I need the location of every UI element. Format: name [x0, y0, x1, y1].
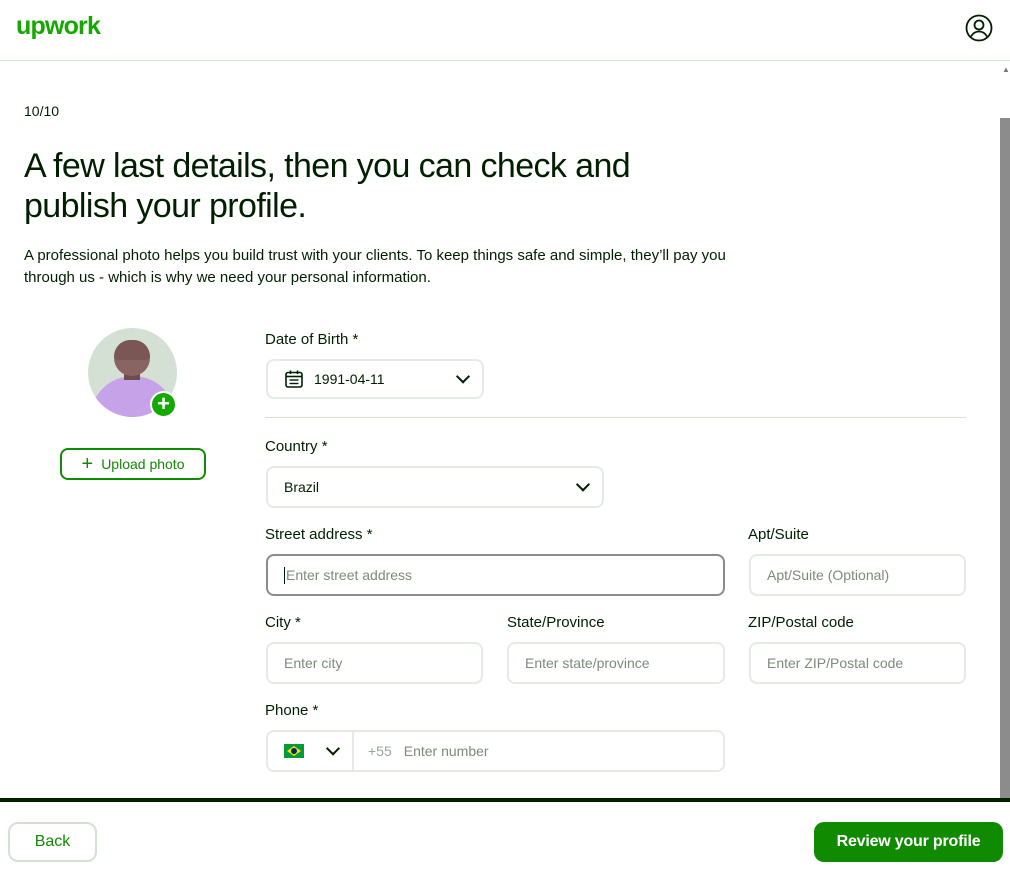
plus-icon: +: [81, 453, 94, 475]
apt-placeholder: Apt/Suite (Optional): [767, 567, 890, 583]
country-label: Country *: [265, 438, 328, 455]
zip-label: ZIP/Postal code: [748, 614, 854, 631]
zip-input[interactable]: Enter ZIP/Postal code: [749, 642, 966, 684]
review-profile-button[interactable]: Review your profile: [814, 822, 1003, 862]
street-address-input[interactable]: Enter street address: [266, 554, 725, 596]
avatar-hair: [114, 340, 150, 360]
city-placeholder: Enter city: [284, 655, 343, 671]
street-placeholder: Enter street address: [286, 567, 413, 583]
scroll-up-arrow-icon[interactable]: ▲: [1002, 66, 1010, 74]
user-circle-icon[interactable]: [965, 14, 993, 42]
phone-number-input[interactable]: Enter number: [404, 743, 489, 759]
divider: [265, 417, 966, 418]
city-input[interactable]: Enter city: [266, 642, 483, 684]
upload-photo-button[interactable]: + Upload photo: [60, 448, 206, 480]
zip-placeholder: Enter ZIP/Postal code: [767, 655, 904, 671]
page-description: A professional photo helps you build tru…: [24, 247, 726, 286]
state-placeholder: Enter state/province: [525, 655, 650, 671]
back-button[interactable]: Back: [8, 822, 97, 862]
phone-label: Phone *: [265, 702, 319, 719]
dob-value: 1991-04-11: [314, 371, 385, 387]
apt-suite-input[interactable]: Apt/Suite (Optional): [749, 554, 966, 596]
step-counter: 10/10: [24, 103, 60, 119]
brazil-flag-icon: [284, 744, 304, 758]
apt-label: Apt/Suite: [748, 526, 809, 543]
phone-country-code: +55: [368, 743, 392, 759]
text-cursor: [284, 566, 285, 584]
dob-picker[interactable]: 1991-04-11: [266, 359, 484, 399]
state-label: State/Province: [507, 614, 605, 631]
scrollbar-thumb[interactable]: [1000, 118, 1010, 799]
upwork-logo[interactable]: upwork: [16, 12, 101, 41]
chevron-down-icon: [575, 477, 591, 492]
phone-country-dropdown[interactable]: [268, 732, 354, 770]
chevron-down-icon: [455, 369, 471, 384]
city-label: City *: [265, 614, 301, 631]
upload-photo-label: Upload photo: [101, 456, 185, 472]
chevron-down-icon: [325, 741, 341, 756]
dob-label: Date of Birth *: [265, 331, 359, 348]
plus-circle-icon[interactable]: +: [150, 391, 177, 418]
page-title: A few last details, then you can check a…: [24, 147, 631, 225]
top-bar: upwork: [0, 0, 1010, 61]
phone-field: +55 Enter number: [266, 730, 725, 772]
street-label: Street address *: [265, 526, 373, 543]
calendar-icon: [285, 370, 303, 388]
country-value: Brazil: [284, 479, 320, 495]
footer-progress-bar: [0, 798, 1010, 802]
country-select[interactable]: Brazil: [266, 466, 604, 508]
state-input[interactable]: Enter state/province: [507, 642, 725, 684]
